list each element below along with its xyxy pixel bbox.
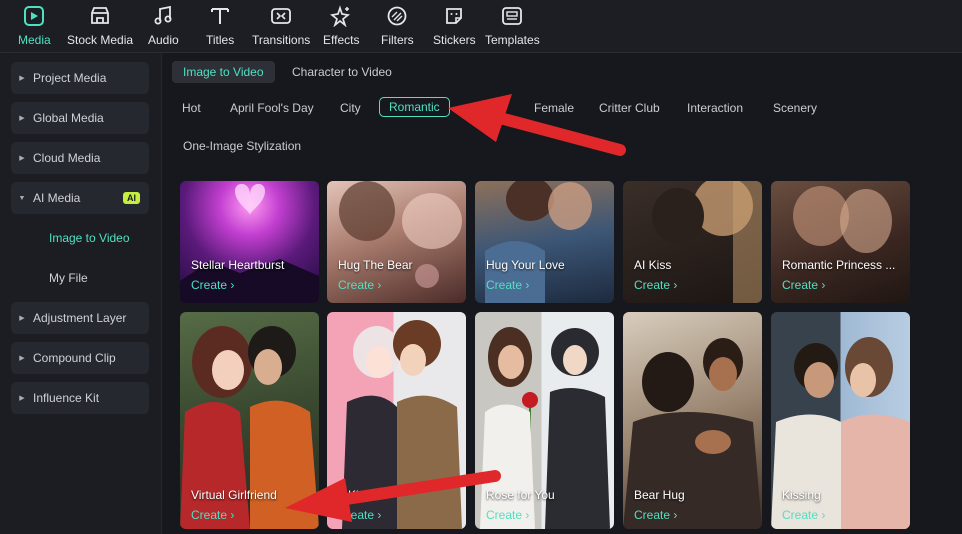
caret-down-icon: ▼ <box>18 194 26 202</box>
toolbar-templates[interactable]: Templates <box>485 4 540 47</box>
card-create-link[interactable]: Create › <box>634 278 677 292</box>
template-icon <box>500 4 524 28</box>
text-t-icon <box>208 4 232 28</box>
toolbar-titles[interactable]: Titles <box>206 4 234 47</box>
card-title: Hug The Bear <box>338 258 413 272</box>
category-critter-club[interactable]: Critter Club <box>599 101 660 115</box>
toolbar-audio[interactable]: Audio <box>148 4 179 47</box>
sidebar-subitem-image-to-video[interactable]: Image to Video <box>49 231 130 245</box>
top-toolbar: Media Stock Media Audio Titles Transitio… <box>0 0 962 53</box>
toolbar-transitions[interactable]: Transitions <box>252 4 310 47</box>
toolbar-media-label: Media <box>18 33 51 47</box>
category-female[interactable]: Female <box>534 101 574 115</box>
card-create-link[interactable]: Create › <box>338 508 381 522</box>
sidebar-item-label: Project Media <box>33 71 107 85</box>
sidebar-subitem-my-file[interactable]: My File <box>49 271 88 285</box>
stock-media-icon <box>88 4 112 28</box>
sidebar-item-label: Influence Kit <box>33 391 100 405</box>
card-title: Hug Your Love <box>486 258 565 272</box>
sidebar-item-project-media[interactable]: ▶ Project Media <box>11 62 149 94</box>
card-create-link[interactable]: Create › <box>486 508 529 522</box>
card-title: Virtual Girlfriend <box>191 488 277 502</box>
toolbar-filters[interactable]: Filters <box>381 4 414 47</box>
category-city[interactable]: City <box>340 101 361 115</box>
transition-icon <box>269 4 293 28</box>
card-create-link[interactable]: Create › <box>486 278 529 292</box>
toolbar-templates-label: Templates <box>485 33 540 47</box>
template-card[interactable]: Bear Hug Create › <box>623 312 762 529</box>
category-hot[interactable]: Hot <box>182 101 201 115</box>
template-card[interactable]: e Kiss Create › <box>327 312 466 529</box>
card-create-link[interactable]: Create › <box>191 278 234 292</box>
toolbar-effects-label: Effects <box>323 33 360 47</box>
toolbar-stock-media[interactable]: Stock Media <box>67 4 133 47</box>
filter-icon <box>385 4 409 28</box>
caret-right-icon: ▶ <box>19 355 25 362</box>
toolbar-effects[interactable]: Effects <box>323 4 359 47</box>
card-title: e Kiss <box>338 488 371 502</box>
card-create-link[interactable]: Create › <box>191 508 234 522</box>
template-card[interactable]: Hug The Bear Create › <box>327 181 466 303</box>
card-title: Bear Hug <box>634 488 685 502</box>
category-romantic[interactable]: Romantic <box>379 97 450 117</box>
category-interaction[interactable]: Interaction <box>687 101 743 115</box>
toolbar-stickers-label: Stickers <box>433 33 476 47</box>
category-scenery[interactable]: Scenery <box>773 101 817 115</box>
card-title: Kissing <box>782 488 821 502</box>
music-note-icon <box>151 4 175 28</box>
sidebar-item-compound-clip[interactable]: ▶ Compound Clip <box>11 342 149 374</box>
card-create-link[interactable]: Create › <box>782 278 825 292</box>
template-card[interactable]: Hug Your Love Create › <box>475 181 614 303</box>
toolbar-audio-label: Audio <box>148 33 179 47</box>
caret-right-icon: ▶ <box>19 75 25 82</box>
toolbar-stickers[interactable]: Stickers <box>433 4 476 47</box>
sparkle-star-icon <box>329 4 353 28</box>
sidebar-item-ai-media[interactable]: ▼ AI Media AI <box>11 182 149 214</box>
toolbar-filters-label: Filters <box>381 33 414 47</box>
card-create-link[interactable]: Create › <box>338 278 381 292</box>
template-card[interactable]: Kissing Create › <box>771 312 910 529</box>
sidebar-item-global-media[interactable]: ▶ Global Media <box>11 102 149 134</box>
caret-right-icon: ▶ <box>19 115 25 122</box>
sidebar-item-influence-kit[interactable]: ▶ Influence Kit <box>11 382 149 414</box>
template-card[interactable]: Rose for You Create › <box>475 312 614 529</box>
sidebar: ▶ Project Media ▶ Global Media ▶ Cloud M… <box>0 53 162 534</box>
template-card[interactable]: Virtual Girlfriend Create › <box>180 312 319 529</box>
sidebar-item-label: Adjustment Layer <box>33 311 127 325</box>
template-card[interactable]: AI Kiss Create › <box>623 181 762 303</box>
card-create-link[interactable]: Create › <box>634 508 677 522</box>
ai-badge: AI <box>123 192 140 204</box>
main-panel: Image to Video Character to Video Hot Ap… <box>163 53 962 534</box>
sidebar-item-label: Cloud Media <box>33 151 101 165</box>
card-create-link[interactable]: Create › <box>782 508 825 522</box>
card-title: Stellar Heartburst <box>191 258 285 272</box>
sidebar-item-adjustment-layer[interactable]: ▶ Adjustment Layer <box>11 302 149 334</box>
toolbar-media[interactable]: Media <box>18 4 51 47</box>
caret-right-icon: ▶ <box>19 395 25 402</box>
card-title: Rose for You <box>486 488 555 502</box>
sticker-icon <box>442 4 466 28</box>
sidebar-item-label: Global Media <box>33 111 104 125</box>
category-one-image-stylization[interactable]: One-Image Stylization <box>183 139 301 153</box>
toolbar-titles-label: Titles <box>206 33 235 47</box>
tab-image-to-video[interactable]: Image to Video <box>172 61 275 83</box>
sidebar-item-cloud-media[interactable]: ▶ Cloud Media <box>11 142 149 174</box>
caret-right-icon: ▶ <box>19 315 25 322</box>
media-icon <box>22 4 46 28</box>
sidebar-item-label: AI Media <box>33 191 81 205</box>
category-role[interactable]: Rol <box>467 101 485 115</box>
template-card[interactable]: Stellar Heartburst Create › <box>180 181 319 303</box>
sidebar-item-label: Compound Clip <box>33 351 116 365</box>
category-april-fools-day[interactable]: April Fool's Day <box>230 101 314 115</box>
card-title: Romantic Princess ... <box>782 258 896 272</box>
caret-right-icon: ▶ <box>19 155 25 162</box>
toolbar-transitions-label: Transitions <box>252 33 311 47</box>
card-title: AI Kiss <box>634 258 672 272</box>
template-card[interactable]: Romantic Princess ... Create › <box>771 181 910 303</box>
toolbar-stock-media-label: Stock Media <box>67 33 134 47</box>
tab-character-to-video[interactable]: Character to Video <box>281 61 403 83</box>
